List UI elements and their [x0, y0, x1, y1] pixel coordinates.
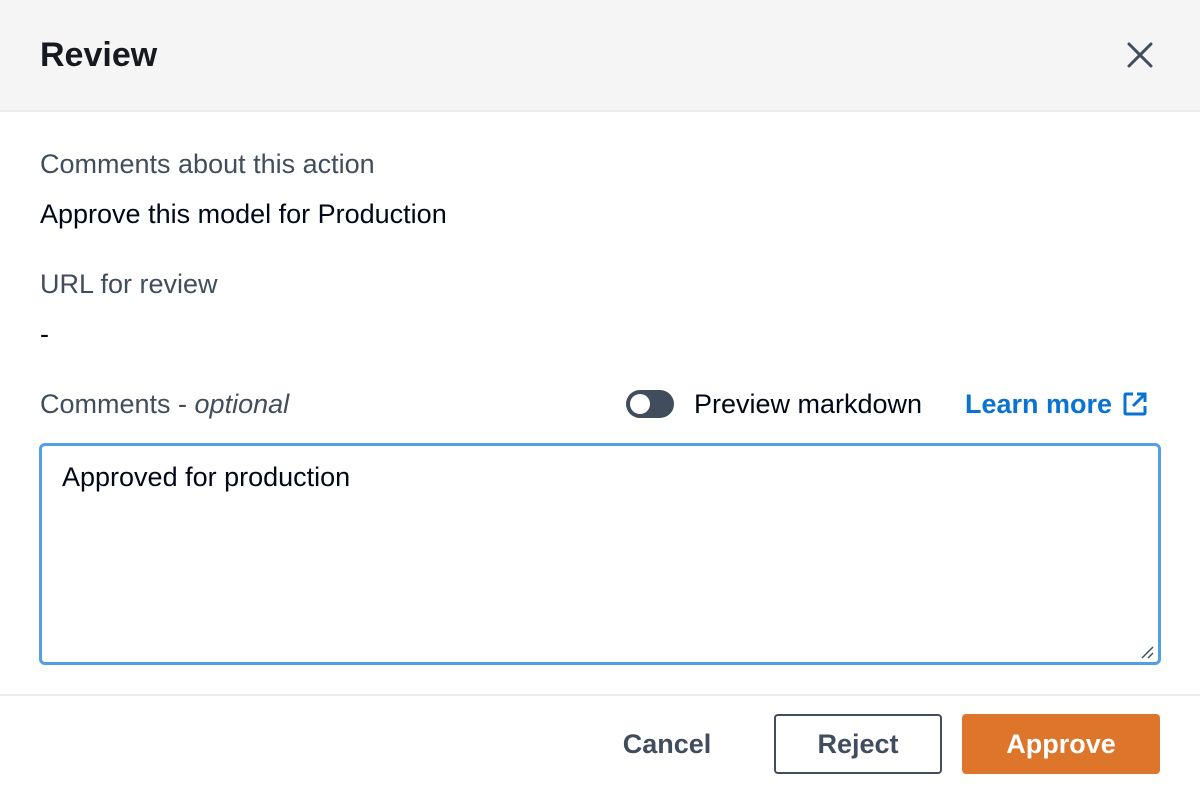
url-for-review-value: - [40, 319, 49, 349]
modal-title: Review [40, 36, 158, 74]
review-modal: Review Comments about this action Approv… [0, 0, 1200, 794]
comments-textarea[interactable] [39, 443, 1161, 665]
approve-button[interactable]: Approve [962, 714, 1160, 774]
preview-markdown-toggle[interactable] [626, 387, 674, 421]
toggle-knob [630, 394, 650, 414]
close-icon [1127, 42, 1153, 68]
resize-handle-icon[interactable] [1140, 645, 1154, 659]
reject-button[interactable]: Reject [774, 714, 942, 774]
toggle-track [626, 390, 674, 418]
close-button[interactable] [1118, 33, 1162, 77]
comments-label: Comments - optional [40, 387, 289, 421]
modal-header: Review [0, 0, 1200, 112]
optional-label: optional [194, 389, 290, 419]
external-link-icon [1122, 391, 1148, 417]
comments-label-text: Comments - [40, 389, 195, 419]
learn-more-label: Learn more [965, 388, 1113, 419]
cancel-button[interactable]: Cancel [598, 714, 736, 774]
comments-about-action-value: Approve this model for Production [40, 199, 447, 229]
comments-about-action-label: Comments about this action [40, 149, 375, 179]
footer-divider [0, 694, 1200, 696]
url-for-review-label: URL for review [40, 269, 218, 299]
preview-markdown-label[interactable]: Preview markdown [694, 387, 922, 421]
learn-more-link[interactable]: Learn more [965, 387, 1148, 421]
